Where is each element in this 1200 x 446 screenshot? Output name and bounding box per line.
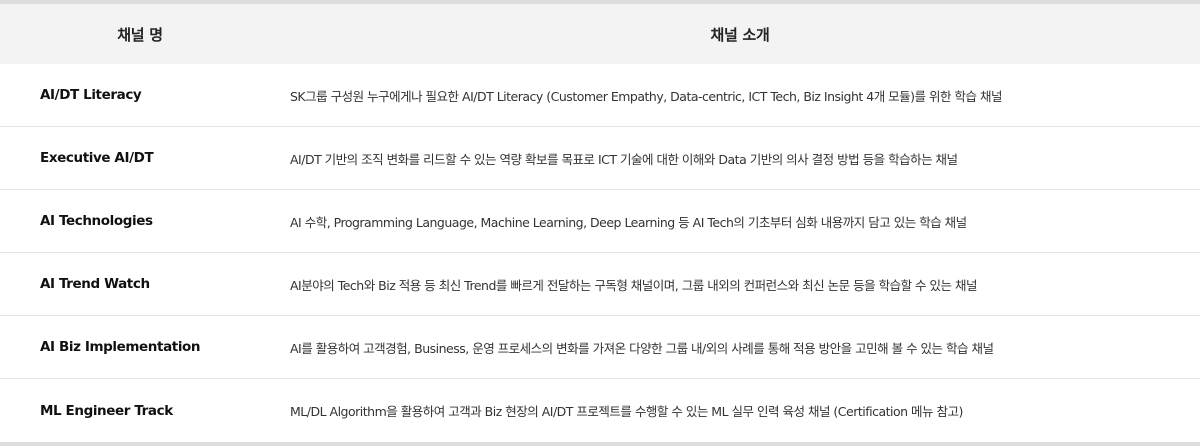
channel-description: AI/DT 기반의 조직 변화를 리드할 수 있는 역량 확보를 목표로 ICT… — [290, 151, 958, 167]
channel-name: AI Technologies — [40, 213, 153, 229]
channel-table: 채널 명 채널 소개 AI/DT Literacy SK그룹 구성원 누구에게나… — [0, 0, 1200, 446]
channel-name: AI Biz Implementation — [40, 339, 201, 355]
table-row: AI Trend Watch AI분야의 Tech와 Biz 적용 등 최신 T… — [0, 253, 1200, 316]
channel-description: AI분야의 Tech와 Biz 적용 등 최신 Trend를 빠르게 전달하는 … — [290, 277, 978, 293]
channel-name: ML Engineer Track — [40, 402, 173, 419]
channel-description: ML/DL Algorithm을 활용하여 고객과 Biz 현장의 AI/DT … — [290, 404, 963, 419]
channel-name: Executive AI/DT — [40, 150, 154, 166]
channel-description: AI를 활용하여 고객경험, Business, 운영 프로세스의 변화를 가져… — [290, 340, 994, 356]
channel-description: SK그룹 구성원 누구에게나 필요한 AI/DT Literacy (Custo… — [290, 88, 1002, 104]
table-row: AI Technologies AI 수학, Programming Langu… — [0, 190, 1200, 253]
channel-name: AI Trend Watch — [40, 276, 150, 292]
table-header: 채널 명 채널 소개 — [0, 4, 1200, 64]
channel-name: AI/DT Literacy — [40, 87, 142, 103]
table-row: ML Engineer Track ML/DL Algorithm을 활용하여 … — [0, 379, 1200, 442]
header-channel-description: 채널 소개 — [710, 25, 770, 44]
channel-description: AI 수학, Programming Language, Machine Lea… — [290, 214, 967, 230]
table-row: Executive AI/DT AI/DT 기반의 조직 변화를 리드할 수 있… — [0, 127, 1200, 190]
header-channel-name: 채널 명 — [117, 25, 163, 44]
table-row: AI/DT Literacy SK그룹 구성원 누구에게나 필요한 AI/DT … — [0, 64, 1200, 127]
table-row: AI Biz Implementation AI를 활용하여 고객경험, Bus… — [0, 316, 1200, 379]
